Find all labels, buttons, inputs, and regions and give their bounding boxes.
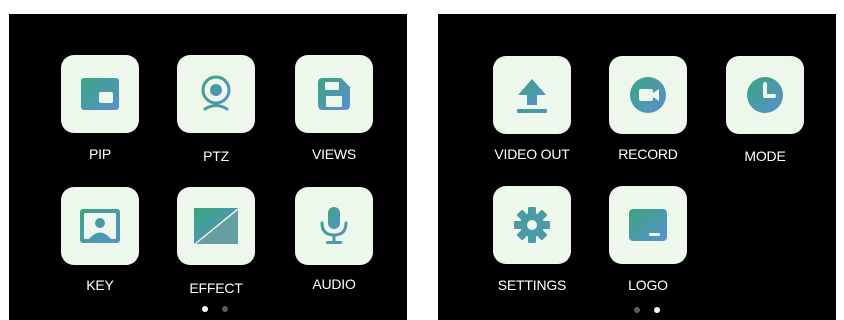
pip-label: PIP [89, 146, 111, 162]
video-out-label: VIDEO OUT [494, 146, 570, 162]
menu-screen-page-1: PIP PTZ VIEWS KEY EFFECT AUDIO [9, 14, 407, 320]
mode-button[interactable] [726, 56, 804, 134]
diagonal-effect-icon [194, 208, 238, 244]
logo-label: LOGO [628, 277, 668, 293]
video-out-button[interactable] [493, 56, 571, 134]
settings-label: SETTINGS [497, 277, 567, 293]
upload-icon [515, 77, 549, 113]
audio-label: AUDIO [312, 276, 356, 292]
logo-screen-icon [629, 209, 667, 241]
ptz-button[interactable] [177, 55, 255, 133]
record-button[interactable] [609, 56, 687, 134]
save-icon [318, 78, 350, 110]
views-label: VIEWS [311, 146, 357, 162]
key-label: KEY [86, 277, 114, 293]
mode-label: MODE [744, 148, 786, 164]
settings-button[interactable] [493, 186, 571, 264]
key-button[interactable] [61, 187, 139, 265]
effect-label: EFFECT [189, 280, 243, 296]
menu-screen-page-2: VIDEO OUT RECORD MODE SETTINGS LOGO [438, 14, 836, 320]
microphone-icon [319, 207, 349, 245]
pip-button[interactable] [61, 55, 139, 133]
page-dot-2[interactable] [222, 306, 228, 312]
record-label: RECORD [618, 146, 678, 162]
page-dot-1-active[interactable] [202, 306, 208, 312]
gear-icon [513, 206, 551, 244]
portrait-icon [80, 209, 120, 243]
views-button[interactable] [295, 55, 373, 133]
ptz-label: PTZ [203, 148, 229, 164]
logo-button[interactable] [609, 186, 687, 264]
record-camera-icon [629, 76, 667, 114]
clock-icon [746, 76, 784, 114]
page-dot-2-active[interactable] [654, 307, 660, 313]
audio-button[interactable] [295, 187, 373, 265]
webcam-icon [198, 75, 234, 113]
effect-button[interactable] [177, 187, 255, 265]
pip-icon [81, 78, 119, 110]
page-dot-1[interactable] [634, 307, 640, 313]
